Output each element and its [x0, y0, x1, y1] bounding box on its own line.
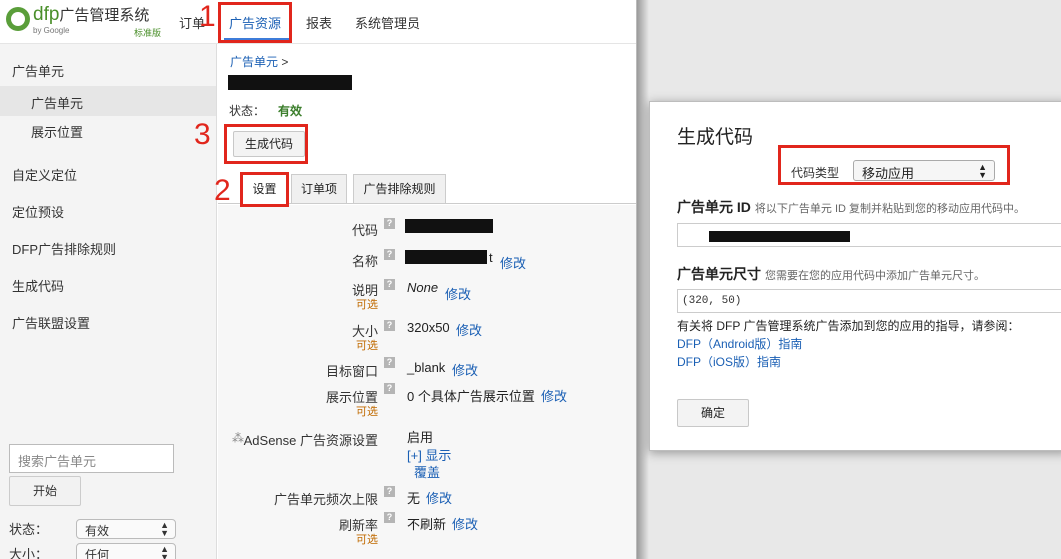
- help-icon[interactable]: ?: [384, 383, 395, 394]
- logo-text: dfp广告管理系统: [33, 4, 150, 25]
- select-arrows-icon: ▲ ▼: [160, 544, 169, 559]
- ad-unit-size-hint: 您需要在您的应用代码中添加广告单元尺寸。: [765, 270, 985, 282]
- field-frequency-cap-value: 无: [407, 491, 421, 506]
- help-icon[interactable]: ?: [384, 249, 395, 260]
- main-content: 广告单元 > 状态： 有效 生成代码 设置 订单项 广告排除规则 代码 ? 名称…: [218, 44, 636, 559]
- field-description-value: None: [407, 280, 439, 295]
- dfp-logo-icon: [6, 7, 30, 31]
- adsense-override-link[interactable]: 覆盖: [414, 462, 440, 481]
- help-icon[interactable]: ?: [384, 486, 395, 497]
- nav-admin[interactable]: 系统管理员: [355, 13, 420, 32]
- field-placements-value: 0 个具体广告展示位置: [407, 389, 535, 404]
- annotation-box-generate-code: [224, 124, 308, 164]
- field-code-label: 代码: [351, 223, 378, 238]
- logo-by-google: by Google: [33, 26, 70, 35]
- field-target-window-value: _blank: [407, 360, 446, 375]
- dialog-title: 生成代码: [677, 127, 754, 148]
- ad-unit-id-hint: 将以下广告单元 ID 复制并粘贴到您的移动应用代码中。: [754, 203, 1026, 215]
- field-adsense-value: 启用: [407, 430, 434, 445]
- collapse-triangle-icon[interactable]: ⁂: [232, 431, 244, 445]
- ios-guide-link[interactable]: DFP（iOS版）指南: [677, 353, 781, 370]
- sidebar: 广告单元 广告单元 展示位置 自定义定位 定位预设 DFP广告排除规则 生成代码…: [0, 44, 217, 559]
- ad-unit-id-title: 广告单元 ID: [677, 199, 751, 215]
- field-refresh-rate-value: 不刷新: [407, 517, 447, 532]
- status-value: 有效: [278, 104, 303, 118]
- redacted-name-value: [405, 250, 487, 264]
- annotation-box-code-type: [778, 145, 1010, 185]
- nav-reports[interactable]: 报表: [306, 13, 332, 32]
- annotation-step-1: 1: [199, 0, 216, 33]
- redacted-ad-unit-id: [709, 231, 850, 242]
- sidebar-item-custom-targeting[interactable]: 自定义定位: [12, 165, 77, 184]
- ad-unit-size-title: 广告单元尺寸: [677, 266, 761, 282]
- search-ad-units-input[interactable]: 搜索广告单元: [9, 444, 174, 473]
- select-arrows-icon: ▲ ▼: [160, 520, 169, 538]
- optional-tag: 可选: [356, 534, 378, 546]
- edit-target-window-link[interactable]: 修改: [452, 360, 478, 379]
- edit-frequency-cap-link[interactable]: 修改: [426, 488, 452, 507]
- breadcrumb: 广告单元 >: [230, 53, 288, 70]
- ok-button[interactable]: 确定: [677, 399, 749, 427]
- help-icon[interactable]: ?: [384, 512, 395, 523]
- field-size-value: 320x50: [407, 320, 450, 335]
- annotation-box-inventory: [218, 2, 292, 43]
- optional-tag: 可选: [356, 340, 378, 352]
- filter-size-value: 任何: [85, 548, 110, 559]
- help-icon[interactable]: ?: [384, 218, 395, 229]
- filter-status-label: 状态：: [9, 522, 49, 537]
- sidebar-section-ad-units[interactable]: 广告单元: [12, 61, 64, 80]
- status-label: 状态：: [229, 104, 266, 118]
- top-bar: dfp广告管理系统 by Google 标准版 订单 广告资源 报表 系统管理员: [0, 0, 640, 44]
- optional-tag: 可选: [356, 406, 378, 418]
- logo-edition: 标准版: [134, 28, 162, 38]
- dfp-logo[interactable]: dfp广告管理系统 by Google 标准版: [6, 4, 166, 38]
- field-name-label: 名称: [351, 254, 378, 269]
- ad-unit-id-heading: 广告单元 ID 将以下广告单元 ID 复制并粘贴到您的移动应用代码中。: [677, 197, 1025, 217]
- optional-tag: 可选: [356, 299, 378, 311]
- start-search-button[interactable]: 开始: [9, 476, 81, 506]
- field-target-window-label: 目标窗口: [325, 364, 378, 379]
- filter-size-label: 大小：: [9, 547, 49, 559]
- edit-placements-link[interactable]: 修改: [541, 386, 567, 405]
- ad-unit-size-field[interactable]: (320, 50): [677, 289, 1061, 313]
- help-icon[interactable]: ?: [384, 357, 395, 368]
- sidebar-item-ad-units[interactable]: 广告单元: [31, 93, 83, 112]
- field-name-suffix: t: [489, 250, 493, 265]
- sidebar-item-generate-code[interactable]: 生成代码: [12, 276, 64, 295]
- annotation-step-3: 3: [194, 118, 211, 151]
- edit-name-link[interactable]: 修改: [500, 253, 526, 272]
- annotation-box-settings-tab: [240, 172, 289, 207]
- filter-status-select[interactable]: 有效 ▲ ▼: [76, 519, 176, 539]
- android-guide-link[interactable]: DFP（Android版）指南: [677, 335, 802, 352]
- guide-text: 有关将 DFP 广告管理系统广告添加到您的应用的指导，请参阅：: [677, 319, 1020, 333]
- edit-description-link[interactable]: 修改: [445, 284, 471, 303]
- edit-size-link[interactable]: 修改: [456, 320, 482, 339]
- help-icon[interactable]: ?: [384, 320, 395, 331]
- tab-line-items[interactable]: 订单项: [291, 174, 347, 204]
- field-frequency-cap-label: 广告单元频次上限: [273, 492, 378, 507]
- edit-refresh-rate-link[interactable]: 修改: [452, 514, 478, 533]
- redacted-code-value: [405, 219, 493, 233]
- breadcrumb-separator: >: [281, 55, 289, 69]
- sidebar-item-exclusion-rules[interactable]: DFP广告排除规则: [12, 239, 116, 258]
- field-adsense-label: AdSense 广告资源设置: [243, 433, 378, 448]
- filter-status-value: 有效: [85, 524, 110, 538]
- tab-exclusion-rules[interactable]: 广告排除规则: [353, 174, 446, 204]
- help-icon[interactable]: ?: [384, 279, 395, 290]
- annotation-step-2: 2: [214, 174, 231, 207]
- backdrop-shadow: [637, 0, 649, 559]
- redacted-ad-unit-name: [228, 75, 352, 90]
- filter-size-select[interactable]: 任何 ▲ ▼: [76, 543, 176, 559]
- ad-unit-size-heading: 广告单元尺寸 您需要在您的应用代码中添加广告单元尺寸。: [677, 264, 985, 284]
- breadcrumb-ad-units[interactable]: 广告单元: [230, 55, 278, 69]
- sidebar-item-placements[interactable]: 展示位置: [31, 122, 83, 141]
- sidebar-item-targeting-presets[interactable]: 定位预设: [12, 202, 64, 221]
- sidebar-item-network-settings[interactable]: 广告联盟设置: [12, 313, 90, 332]
